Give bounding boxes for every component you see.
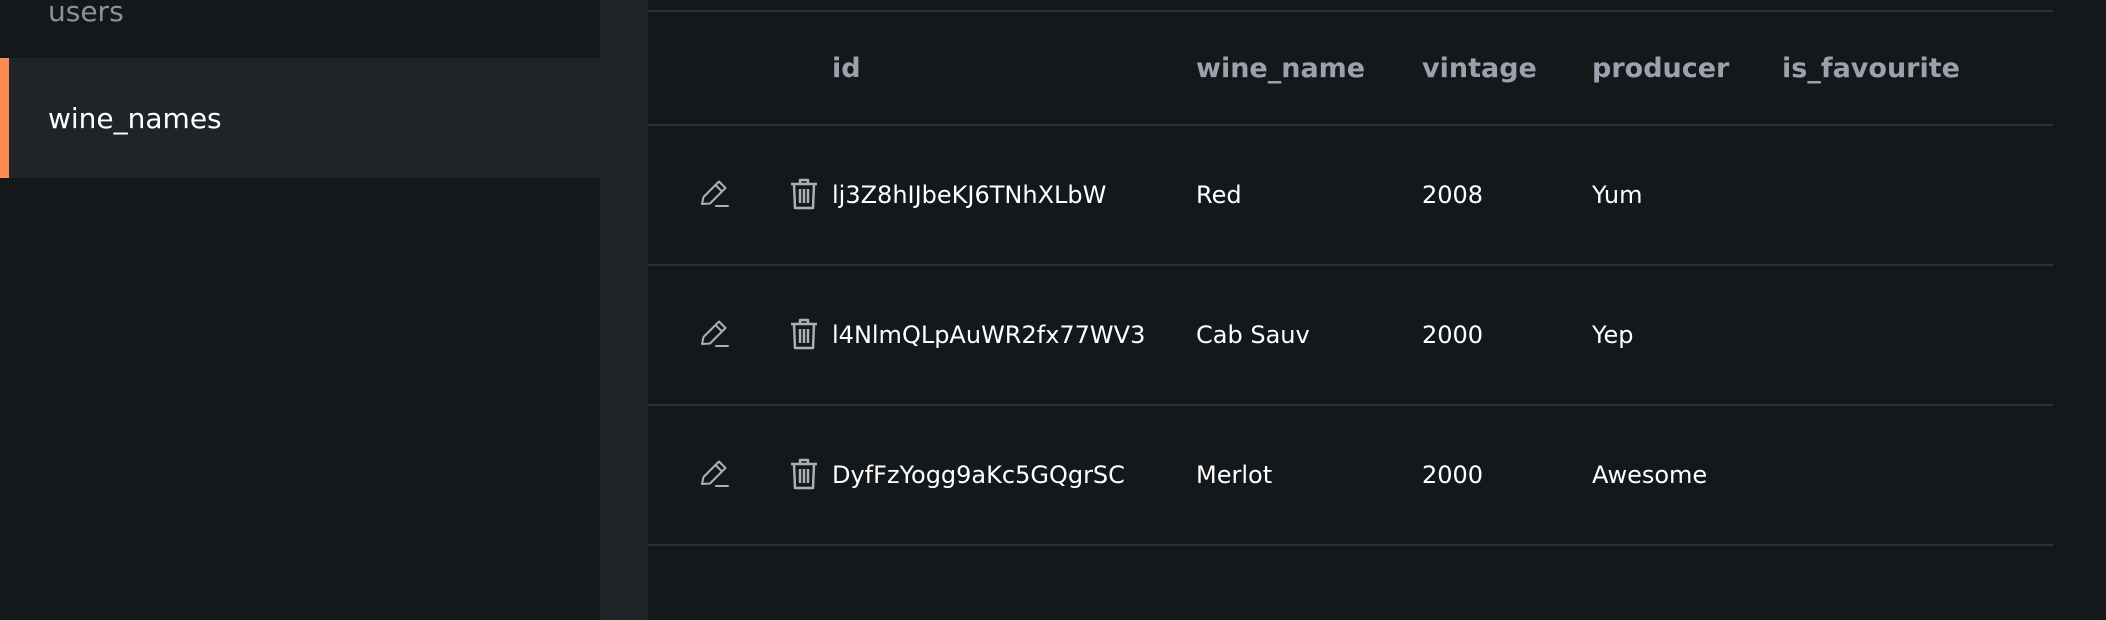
cell-vintage: 2000: [1422, 405, 1592, 546]
column-header-id[interactable]: id: [832, 12, 1196, 126]
sidebar: users wine_names: [0, 0, 600, 620]
cell-is-favourite: [1782, 405, 2053, 546]
cell-vintage: 2000: [1422, 265, 1592, 406]
sidebar-item-wine-names[interactable]: wine_names: [0, 58, 600, 178]
sidebar-item-label: users: [48, 0, 124, 28]
table-area: id wine_name vintage producer is_favouri…: [648, 0, 2106, 620]
cell-is-favourite: [1782, 265, 2053, 406]
table-row: lj3Z8hIJbeKJ6TNhXLbW Red 2008 Yum: [648, 125, 2053, 266]
cell-wine-name: Cab Sauv: [1196, 265, 1422, 406]
cell-wine-name: Red: [1196, 125, 1422, 266]
cell-is-favourite: [1782, 125, 2053, 266]
header-delete-spacer: [740, 12, 832, 126]
column-header-wine-name[interactable]: wine_name: [1196, 12, 1422, 126]
trash-icon[interactable]: [784, 314, 824, 354]
cell-wine-name: Merlot: [1196, 405, 1422, 546]
column-header-vintage[interactable]: vintage: [1422, 12, 1592, 126]
pencil-icon[interactable]: [694, 174, 734, 214]
app-root: users wine_names id wine_name vintage pr…: [0, 0, 2106, 620]
pencil-icon[interactable]: [694, 454, 734, 494]
cell-producer: Yep: [1592, 265, 1782, 406]
cell-producer: Awesome: [1592, 405, 1782, 546]
column-header-is-favourite[interactable]: is_favourite: [1782, 12, 2053, 126]
header-edit-spacer: [648, 12, 740, 126]
table-header-row: id wine_name vintage producer is_favouri…: [648, 12, 2053, 126]
table-row: DyfFzYogg9aKc5GQgrSC Merlot 2000 Awesome: [648, 405, 2053, 546]
sidebar-divider: [600, 0, 648, 620]
data-table: id wine_name vintage producer is_favouri…: [648, 12, 2053, 546]
sidebar-item-label: wine_names: [48, 101, 222, 135]
cell-id: l4NlmQLpAuWR2fx77WV3: [832, 265, 1196, 406]
cell-id: lj3Z8hIJbeKJ6TNhXLbW: [832, 125, 1196, 266]
column-header-producer[interactable]: producer: [1592, 12, 1782, 126]
cell-vintage: 2008: [1422, 125, 1592, 266]
cell-producer: Yum: [1592, 125, 1782, 266]
sidebar-item-users[interactable]: users: [0, 0, 600, 58]
trash-icon[interactable]: [784, 174, 824, 214]
trash-icon[interactable]: [784, 454, 824, 494]
table-row: l4NlmQLpAuWR2fx77WV3 Cab Sauv 2000 Yep: [648, 265, 2053, 406]
pencil-icon[interactable]: [694, 314, 734, 354]
cell-id: DyfFzYogg9aKc5GQgrSC: [832, 405, 1196, 546]
